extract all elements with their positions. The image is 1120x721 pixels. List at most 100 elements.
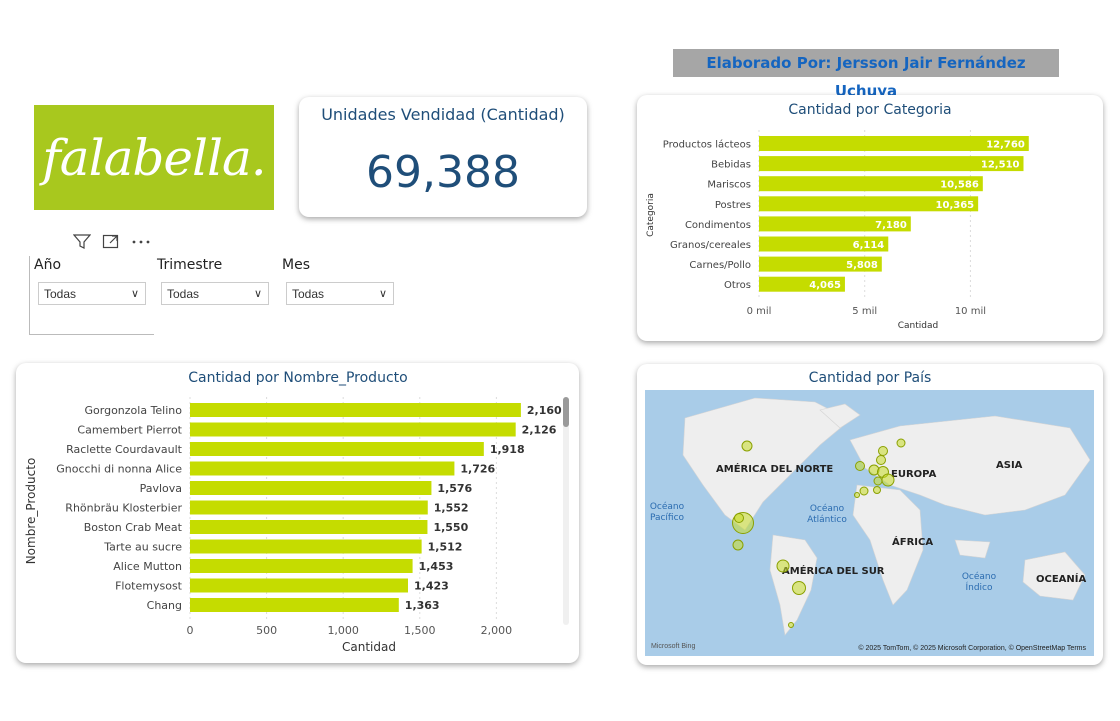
bar <box>190 559 413 573</box>
label-atlantic-ocean: Océano Atlántico <box>807 504 847 525</box>
year-dropdown[interactable]: Todas ∨ <box>38 282 146 305</box>
bing-logo: Microsoft Bing <box>651 643 696 650</box>
category-label: Mariscos <box>707 180 751 191</box>
month-dropdown-value: Todas <box>292 287 325 301</box>
data-label: 12,760 <box>986 140 1025 151</box>
category-label: Carnes/Pollo <box>689 260 751 271</box>
bar <box>190 500 428 515</box>
map-title: Cantidad por País <box>808 370 932 386</box>
data-label: 1,453 <box>419 560 454 573</box>
chart-title: Cantidad por Nombre_Producto <box>188 370 407 386</box>
kpi-value: 69,388 <box>366 147 520 198</box>
label-asia: ASIA <box>996 460 1023 471</box>
bar <box>190 520 428 534</box>
category-label: Rhönbräu Klosterbier <box>65 502 182 515</box>
map-bubble[interactable] <box>859 486 869 496</box>
category-label: Otros <box>724 280 751 291</box>
product-bar-chart[interactable]: Cantidad por Nombre_Producto 0 500 1,000 1,5… <box>16 363 579 663</box>
data-label: 1,512 <box>428 541 463 554</box>
data-label: 1,552 <box>434 502 469 515</box>
data-label: 1,918 <box>490 443 525 456</box>
label-africa: ÁFRICA <box>892 537 934 548</box>
category-label: Raclette Courdavault <box>66 443 183 456</box>
x-tick-label: 0 mil <box>747 306 772 317</box>
category-label: Camembert Pierrot <box>77 424 182 437</box>
map-bubble[interactable] <box>776 559 790 573</box>
scrollbar-thumb[interactable] <box>563 397 569 427</box>
category-label: Gorgonzola Telino <box>85 404 183 417</box>
map-credit: © 2025 TomTom, © 2025 Microsoft Corporat… <box>858 645 1086 652</box>
label-pacific-ocean: Océano Pacífico <box>649 502 685 523</box>
map-bubble[interactable] <box>876 455 886 465</box>
bar <box>190 403 521 417</box>
author-banner: Elaborado Por: Jersson Jair Fernández Uc… <box>673 49 1059 100</box>
falabella-logo: falabella. <box>34 105 274 210</box>
x-axis-label: Cantidad <box>342 640 396 654</box>
map-bubble[interactable] <box>878 446 888 456</box>
label-oceania: OCEANÍA <box>1036 574 1087 585</box>
map-bubble[interactable] <box>855 461 865 471</box>
data-label: 5,808 <box>846 260 878 271</box>
category-label: Productos lácteos <box>663 139 751 151</box>
units-sold-card[interactable]: Unidades Vendidad (Cantidad) 69,388 <box>299 97 587 217</box>
data-label: 7,180 <box>875 220 907 231</box>
bar <box>190 598 399 612</box>
category-chart-card[interactable]: Cantidad por Categoria 0 mil 5 mil 10 mil Pr… <box>637 95 1103 341</box>
logo-text: falabella. <box>42 128 266 187</box>
bar <box>190 578 408 593</box>
product-chart-card[interactable]: Cantidad por Nombre_Producto 0 500 1,000 1,5… <box>16 363 579 663</box>
data-label: 1,423 <box>414 580 449 593</box>
category-label: Flotemysost <box>115 580 183 593</box>
map-bubble[interactable] <box>734 513 744 523</box>
data-label: 1,726 <box>460 463 495 476</box>
slicer-label-quarter: Trimestre <box>157 257 223 273</box>
label-indian-ocean: Océano Índico <box>961 572 997 593</box>
map-bubble[interactable] <box>741 440 753 452</box>
map-bubble[interactable] <box>788 622 794 628</box>
data-label: 1,550 <box>433 521 468 534</box>
category-label: Bebidas <box>711 160 751 171</box>
bar <box>190 442 484 456</box>
map-bubble[interactable] <box>881 473 895 487</box>
data-label: 12,510 <box>981 160 1020 171</box>
slicer-label-month: Mes <box>282 257 310 273</box>
label-south-america: AMÉRICA DEL SUR <box>782 566 885 577</box>
data-label: 1,363 <box>405 599 440 612</box>
data-label: 2,126 <box>522 424 557 437</box>
more-options-icon[interactable] <box>131 233 151 249</box>
category-label: Postres <box>715 200 751 211</box>
country-map-card[interactable]: Cantidad por País AMÉRICA DEL NORTE EURO… <box>637 364 1103 665</box>
map-bubble[interactable] <box>873 476 883 486</box>
chevron-down-icon: ∨ <box>253 288 262 300</box>
focus-mode-icon[interactable] <box>102 233 120 249</box>
data-label: 10,365 <box>936 200 975 211</box>
map-bubble[interactable] <box>873 486 881 494</box>
chevron-down-icon: ∨ <box>130 288 139 300</box>
filter-icon[interactable] <box>73 233 91 249</box>
chevron-down-icon: ∨ <box>378 288 387 300</box>
x-tick-label: 1,000 <box>327 624 359 637</box>
chart-title: Cantidad por Categoria <box>788 102 951 118</box>
x-tick-label: 5 mil <box>852 306 877 317</box>
world-map[interactable]: AMÉRICA DEL NORTE EUROPA ASIA ÁFRICA AMÉ… <box>645 390 1094 656</box>
x-tick-label: 500 <box>256 624 277 637</box>
data-label: 10,586 <box>940 180 979 191</box>
map-bubble[interactable] <box>732 539 744 551</box>
scrollbar-track <box>563 397 569 625</box>
x-tick-label: 2,000 <box>481 624 512 637</box>
label-europe: EUROPA <box>891 469 937 480</box>
data-label: 1,576 <box>437 482 472 495</box>
category-label: Gnocchi di nonna Alice <box>56 463 182 476</box>
quarter-dropdown[interactable]: Todas ∨ <box>161 282 269 305</box>
bar <box>190 461 455 476</box>
month-dropdown[interactable]: Todas ∨ <box>286 282 394 305</box>
category-bar-chart[interactable]: Cantidad por Categoria 0 mil 5 mil 10 mil Pr… <box>637 95 1103 341</box>
map-bubble[interactable] <box>896 438 906 448</box>
bar <box>190 539 422 554</box>
data-label: 4,065 <box>809 280 841 291</box>
category-label: Boston Crab Meat <box>84 521 183 534</box>
category-label: Pavlova <box>140 482 182 495</box>
map-bubble[interactable] <box>792 581 806 595</box>
category-label: Granos/cereales <box>670 240 751 251</box>
y-axis-label: Nombre_Producto <box>24 458 38 565</box>
